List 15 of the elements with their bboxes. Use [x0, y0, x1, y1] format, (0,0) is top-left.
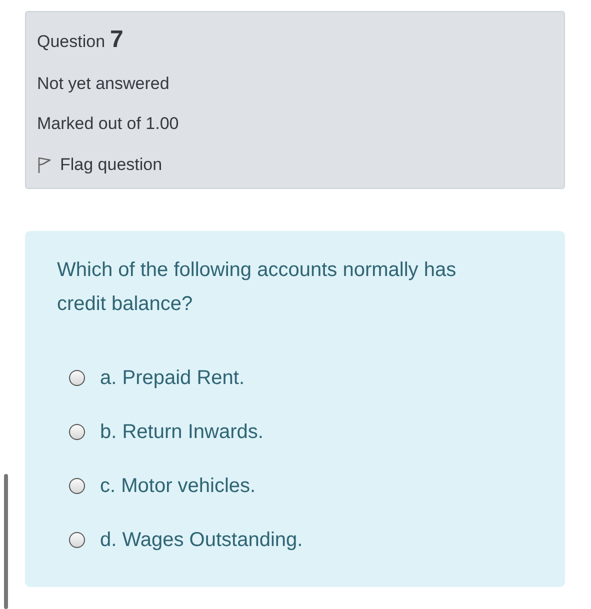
- answer-option[interactable]: a. Prepaid Rent.: [100, 366, 245, 390]
- question-label: Question: [37, 32, 106, 52]
- flag-icon[interactable]: [37, 156, 51, 174]
- radio-button[interactable]: [69, 478, 85, 494]
- radio-button[interactable]: [69, 370, 85, 386]
- answer-option[interactable]: c. Motor vehicles.: [100, 474, 256, 498]
- mark-text: Marked out of 1.00: [37, 113, 180, 135]
- question-text: Which of the following accounts normally has credit balance?: [57, 258, 458, 317]
- status-text: Not yet answered: [37, 73, 170, 95]
- radio-button[interactable]: [69, 424, 85, 440]
- answer-option[interactable]: d. Wages Outstanding.: [100, 528, 303, 552]
- radio-button[interactable]: [69, 532, 85, 548]
- flag-question-link[interactable]: Flag question: [60, 155, 162, 175]
- question-number: 7: [110, 26, 124, 54]
- answer-option[interactable]: b. Return Inwards.: [100, 420, 264, 444]
